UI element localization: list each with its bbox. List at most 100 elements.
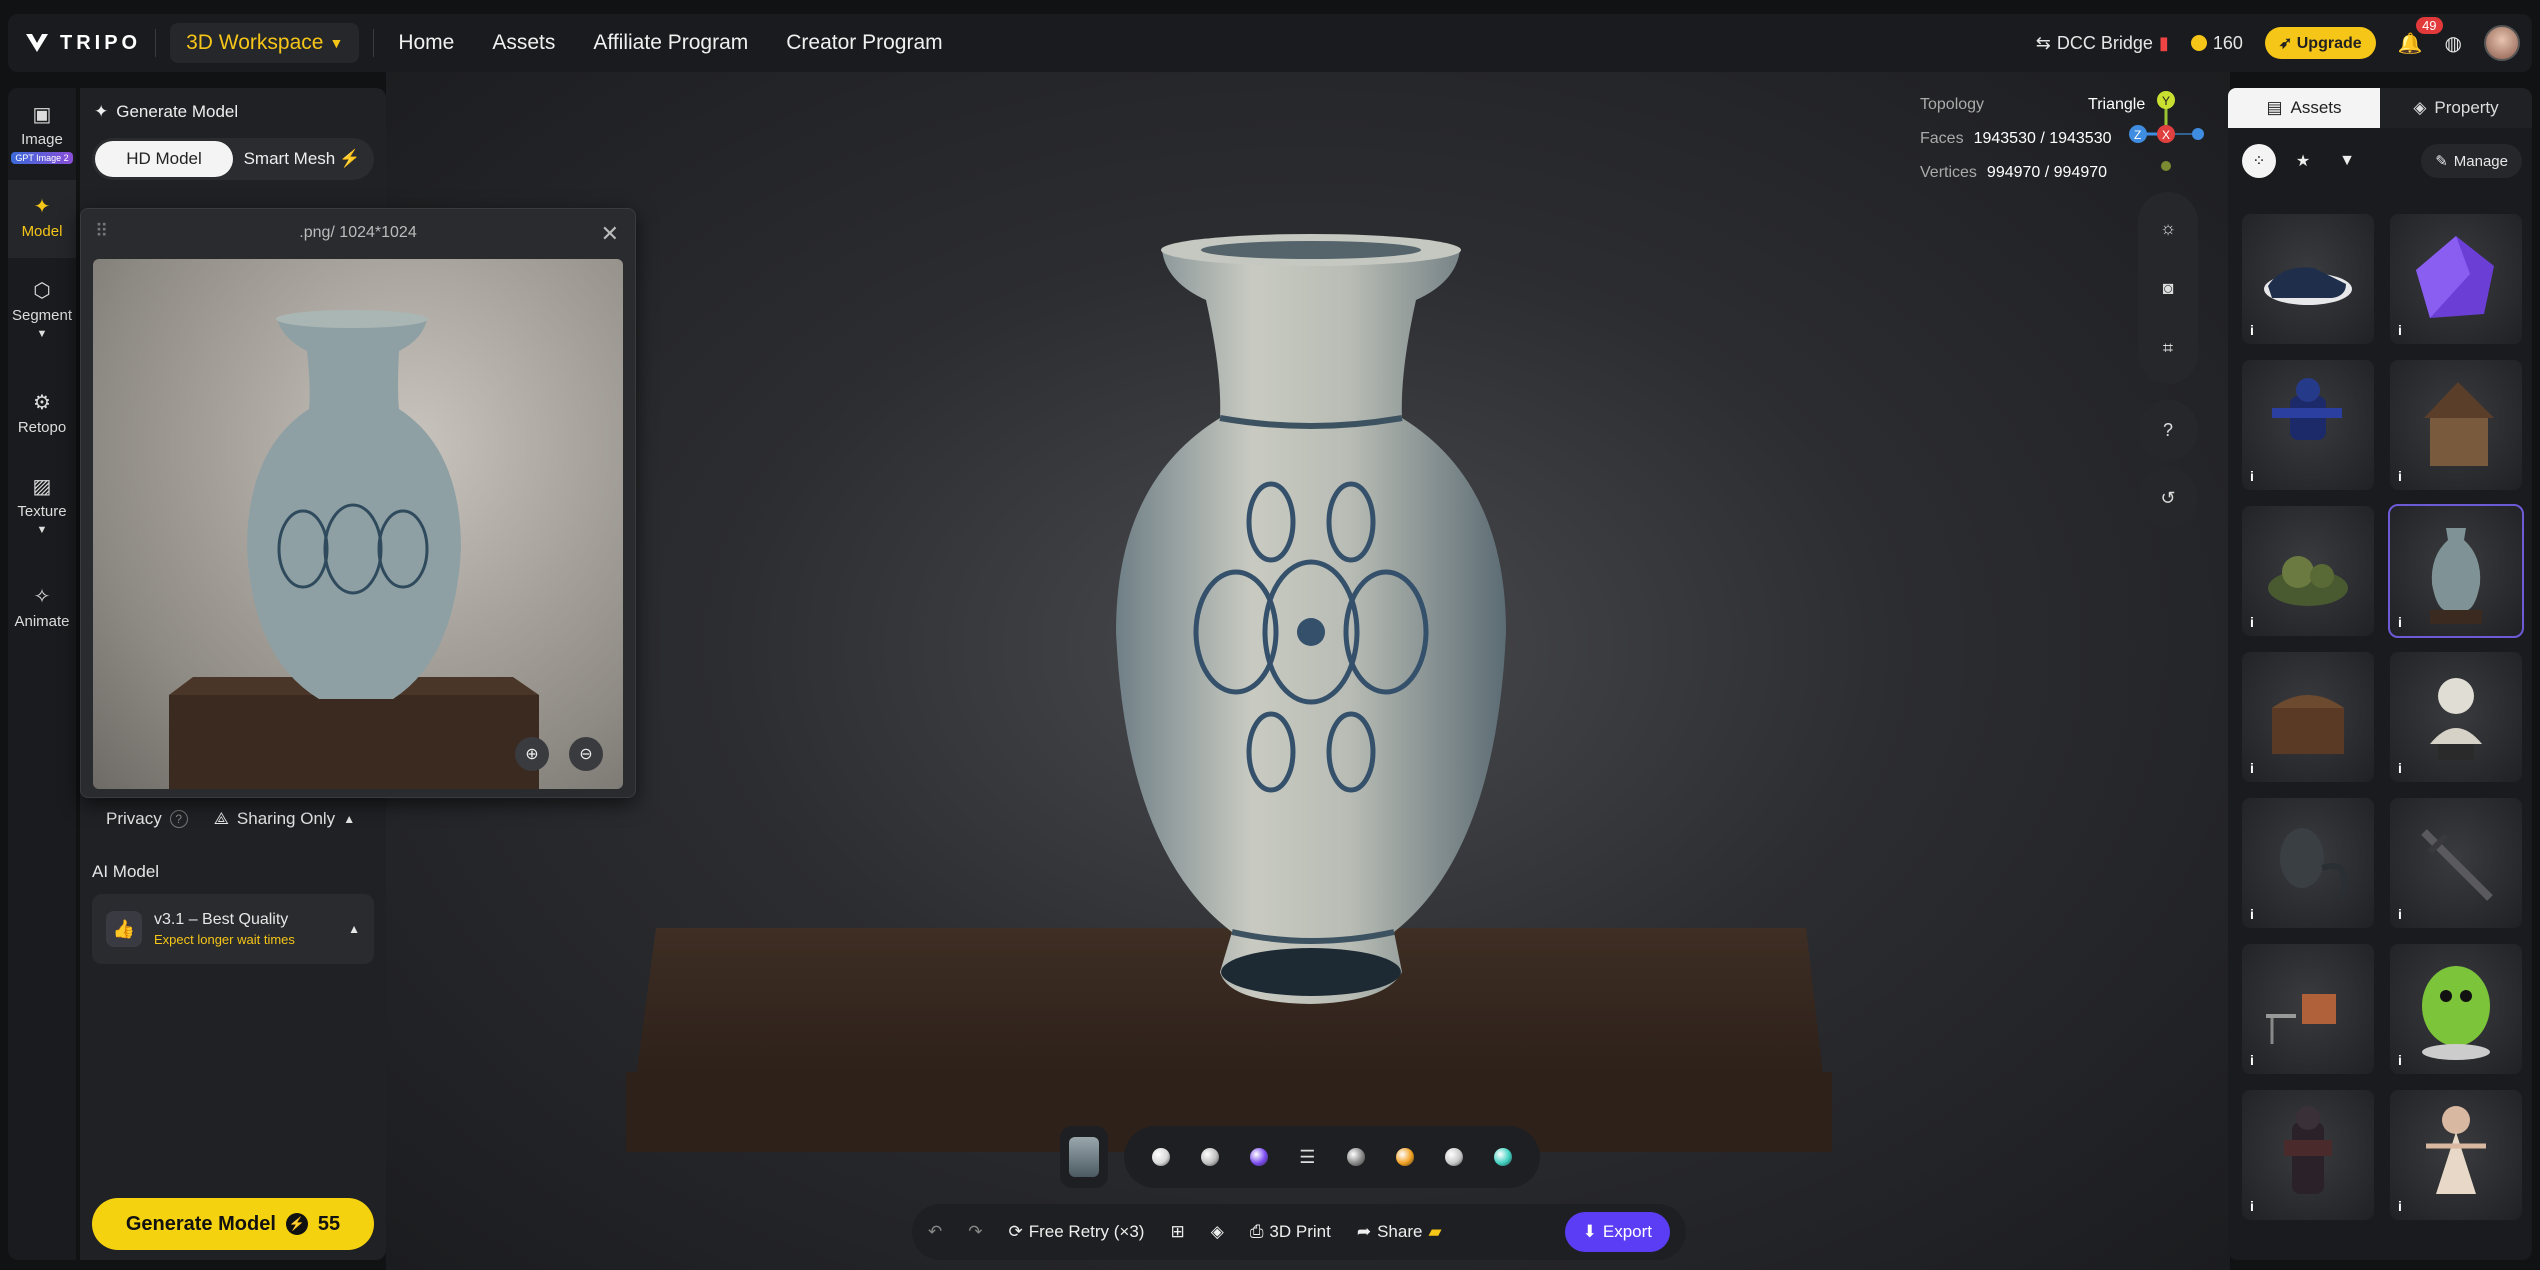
3d-viewport[interactable]: ☰ <box>386 72 2230 1270</box>
nav-home[interactable]: Home <box>398 31 454 55</box>
brand-logo[interactable]: TRIPO <box>24 32 141 55</box>
info-icon[interactable]: i <box>2250 1052 2254 1068</box>
material-swatch[interactable] <box>1445 1148 1464 1166</box>
upgrade-button[interactable]: ➶ Upgrade <box>2264 27 2376 59</box>
info-icon[interactable]: i <box>2250 760 2254 776</box>
dcc-bridge-button[interactable]: ⇆ DCC Bridge ▮ <box>2036 33 2169 54</box>
tab-assets[interactable]: ▤ Assets <box>2228 88 2380 128</box>
material-swatch[interactable] <box>1200 1148 1219 1166</box>
info-icon[interactable]: i <box>2398 760 2402 776</box>
asset-card-mossy-rocks[interactable]: i <box>2242 506 2374 636</box>
vase-model[interactable] <box>386 72 2230 1270</box>
info-icon[interactable]: i <box>2398 906 2402 922</box>
model-thumbnail-button[interactable] <box>1060 1126 1108 1188</box>
material-toolbar: ☰ <box>1124 1126 1540 1188</box>
sharing-dropdown[interactable]: ⟁ Sharing Only ▲ <box>214 809 355 829</box>
asset-card-chair-and-table[interactable]: i <box>2242 944 2374 1074</box>
info-icon[interactable]: i <box>2250 614 2254 630</box>
close-icon[interactable]: ✕ <box>601 221 619 247</box>
tab-property[interactable]: ◈ Property <box>2380 88 2532 128</box>
credits-display[interactable]: 160 <box>2190 33 2243 54</box>
drag-handle-icon[interactable]: ⠿ <box>95 221 108 242</box>
smart-mesh-option[interactable]: Smart Mesh ⚡ <box>233 141 371 177</box>
divider <box>155 29 157 57</box>
question-icon: ? <box>2162 419 2173 440</box>
redo-icon[interactable]: ↷ <box>968 1222 982 1242</box>
nav-affiliate[interactable]: Affiliate Program <box>593 31 748 55</box>
material-swatch[interactable] <box>1346 1148 1365 1166</box>
generate-model-button[interactable]: Generate Model ⚡ 55 <box>92 1198 374 1250</box>
manage-button[interactable]: ✎ Manage <box>2421 144 2522 178</box>
zoom-in-button[interactable]: ⊕ <box>515 737 549 771</box>
asset-thumbnail <box>2430 678 2482 760</box>
rail-item-retopo[interactable]: ⚙ Retopo <box>8 390 76 450</box>
cube-rotate-icon[interactable]: ◈ <box>1211 1222 1224 1242</box>
input-image-preview[interactable]: ⠿ .png/ 1024*1024 ✕ ⊕ ⊖ <box>80 208 636 798</box>
filter-button[interactable]: ▼ <box>2330 144 2364 178</box>
asset-card-doll-girl[interactable]: i <box>2390 1090 2522 1220</box>
info-icon[interactable]: i <box>2398 614 2402 630</box>
rail-item-texture[interactable]: ▨ Texture ▼ <box>8 474 76 544</box>
nav-creator[interactable]: Creator Program <box>786 31 942 55</box>
crop-button[interactable]: ⌗ <box>2138 318 2198 378</box>
history-button[interactable]: ↺ <box>2138 468 2198 528</box>
lighting-button[interactable]: ☼ <box>2138 198 2198 258</box>
hd-model-option[interactable]: HD Model <box>95 141 233 177</box>
asset-card-alien-creature[interactable]: i <box>2242 798 2374 928</box>
material-swatch[interactable] <box>1494 1148 1513 1166</box>
export-button[interactable]: ⬇ Export <box>1564 1212 1670 1252</box>
user-avatar[interactable] <box>2484 25 2520 61</box>
rail-item-image[interactable]: ▣ Image GPT Image 2 <box>8 102 76 174</box>
asset-thumbnail <box>2266 994 2336 1044</box>
asset-card-sword[interactable]: i <box>2390 798 2522 928</box>
material-swatch[interactable] <box>1250 1148 1269 1166</box>
info-icon[interactable]: i <box>2398 1198 2402 1214</box>
screenshot-button[interactable]: ◙ <box>2138 258 2198 318</box>
asset-card-dark-knight[interactable]: i <box>2242 1090 2374 1220</box>
info-icon[interactable]: i <box>2398 322 2402 338</box>
globe-icon[interactable]: ◍ <box>2445 31 2462 56</box>
ai-model-selector[interactable]: 👍 v3.1 – Best Quality Expect longer wait… <box>92 894 374 964</box>
asset-card-marble-bust[interactable]: i <box>2390 652 2522 782</box>
share-label: Share <box>1377 1222 1423 1241</box>
info-icon[interactable]: i <box>2250 322 2254 338</box>
asset-card-treasure-chest[interactable]: i <box>2242 652 2374 782</box>
workspace-dropdown[interactable]: 3D Workspace ▼ <box>170 23 360 63</box>
lightning-icon: ⚡ <box>339 149 361 168</box>
export-label: Export <box>1602 1222 1652 1241</box>
undo-icon[interactable]: ↶ <box>928 1222 942 1242</box>
brand-name: TRIPO <box>60 31 142 54</box>
3d-print-button[interactable]: ⎙ 3D Print <box>1250 1222 1331 1242</box>
help-icon[interactable]: ? <box>169 810 188 828</box>
share-button[interactable]: ➦ Share ▰ <box>1357 1222 1442 1242</box>
info-icon[interactable]: i <box>2250 468 2254 484</box>
asset-card-armored-robot[interactable]: i <box>2242 360 2374 490</box>
asset-card-ceramic-vase[interactable]: i <box>2388 504 2524 638</box>
asset-card-sneaker[interactable]: i <box>2242 214 2374 344</box>
axis-gizmo[interactable]: Y Z X <box>2124 86 2204 176</box>
topology-label: Topology <box>1920 96 1985 113</box>
viewport-tools: ☼ ◙ ⌗ ? ↺ <box>2138 192 2198 528</box>
asset-card-cottage[interactable]: i <box>2390 360 2522 490</box>
info-icon[interactable]: i <box>2398 468 2402 484</box>
material-swatch[interactable] <box>1395 1148 1414 1166</box>
help-button[interactable]: ? <box>2138 400 2198 460</box>
asset-card-green-creature[interactable]: i <box>2390 944 2522 1074</box>
rail-item-model[interactable]: ✦ Model <box>8 180 76 258</box>
notifications-button[interactable]: 🔔 49 <box>2398 16 2443 56</box>
zoom-out-button[interactable]: ⊖ <box>569 737 603 771</box>
info-icon[interactable]: i <box>2250 1198 2254 1214</box>
material-swatch[interactable] <box>1151 1148 1170 1166</box>
rail-item-segment[interactable]: ⬡ Segment ▼ <box>8 278 76 348</box>
favorites-button[interactable]: ★ <box>2286 144 2320 178</box>
grid-view-button[interactable]: ⁘ <box>2242 144 2276 178</box>
sliders-icon[interactable]: ☰ <box>1299 1147 1315 1168</box>
gift-icon[interactable]: ⊞ <box>1170 1222 1184 1242</box>
asset-card-purple-crystal[interactable]: i <box>2390 214 2522 344</box>
info-icon[interactable]: i <box>2398 1052 2402 1068</box>
rail-item-animate[interactable]: ✧ Animate <box>8 584 76 644</box>
edit-icon: ✎ <box>2435 153 2448 170</box>
info-icon[interactable]: i <box>2250 906 2254 922</box>
nav-assets[interactable]: Assets <box>492 31 555 55</box>
free-retry-button[interactable]: ⟳ Free Retry (×3) <box>1009 1222 1145 1242</box>
